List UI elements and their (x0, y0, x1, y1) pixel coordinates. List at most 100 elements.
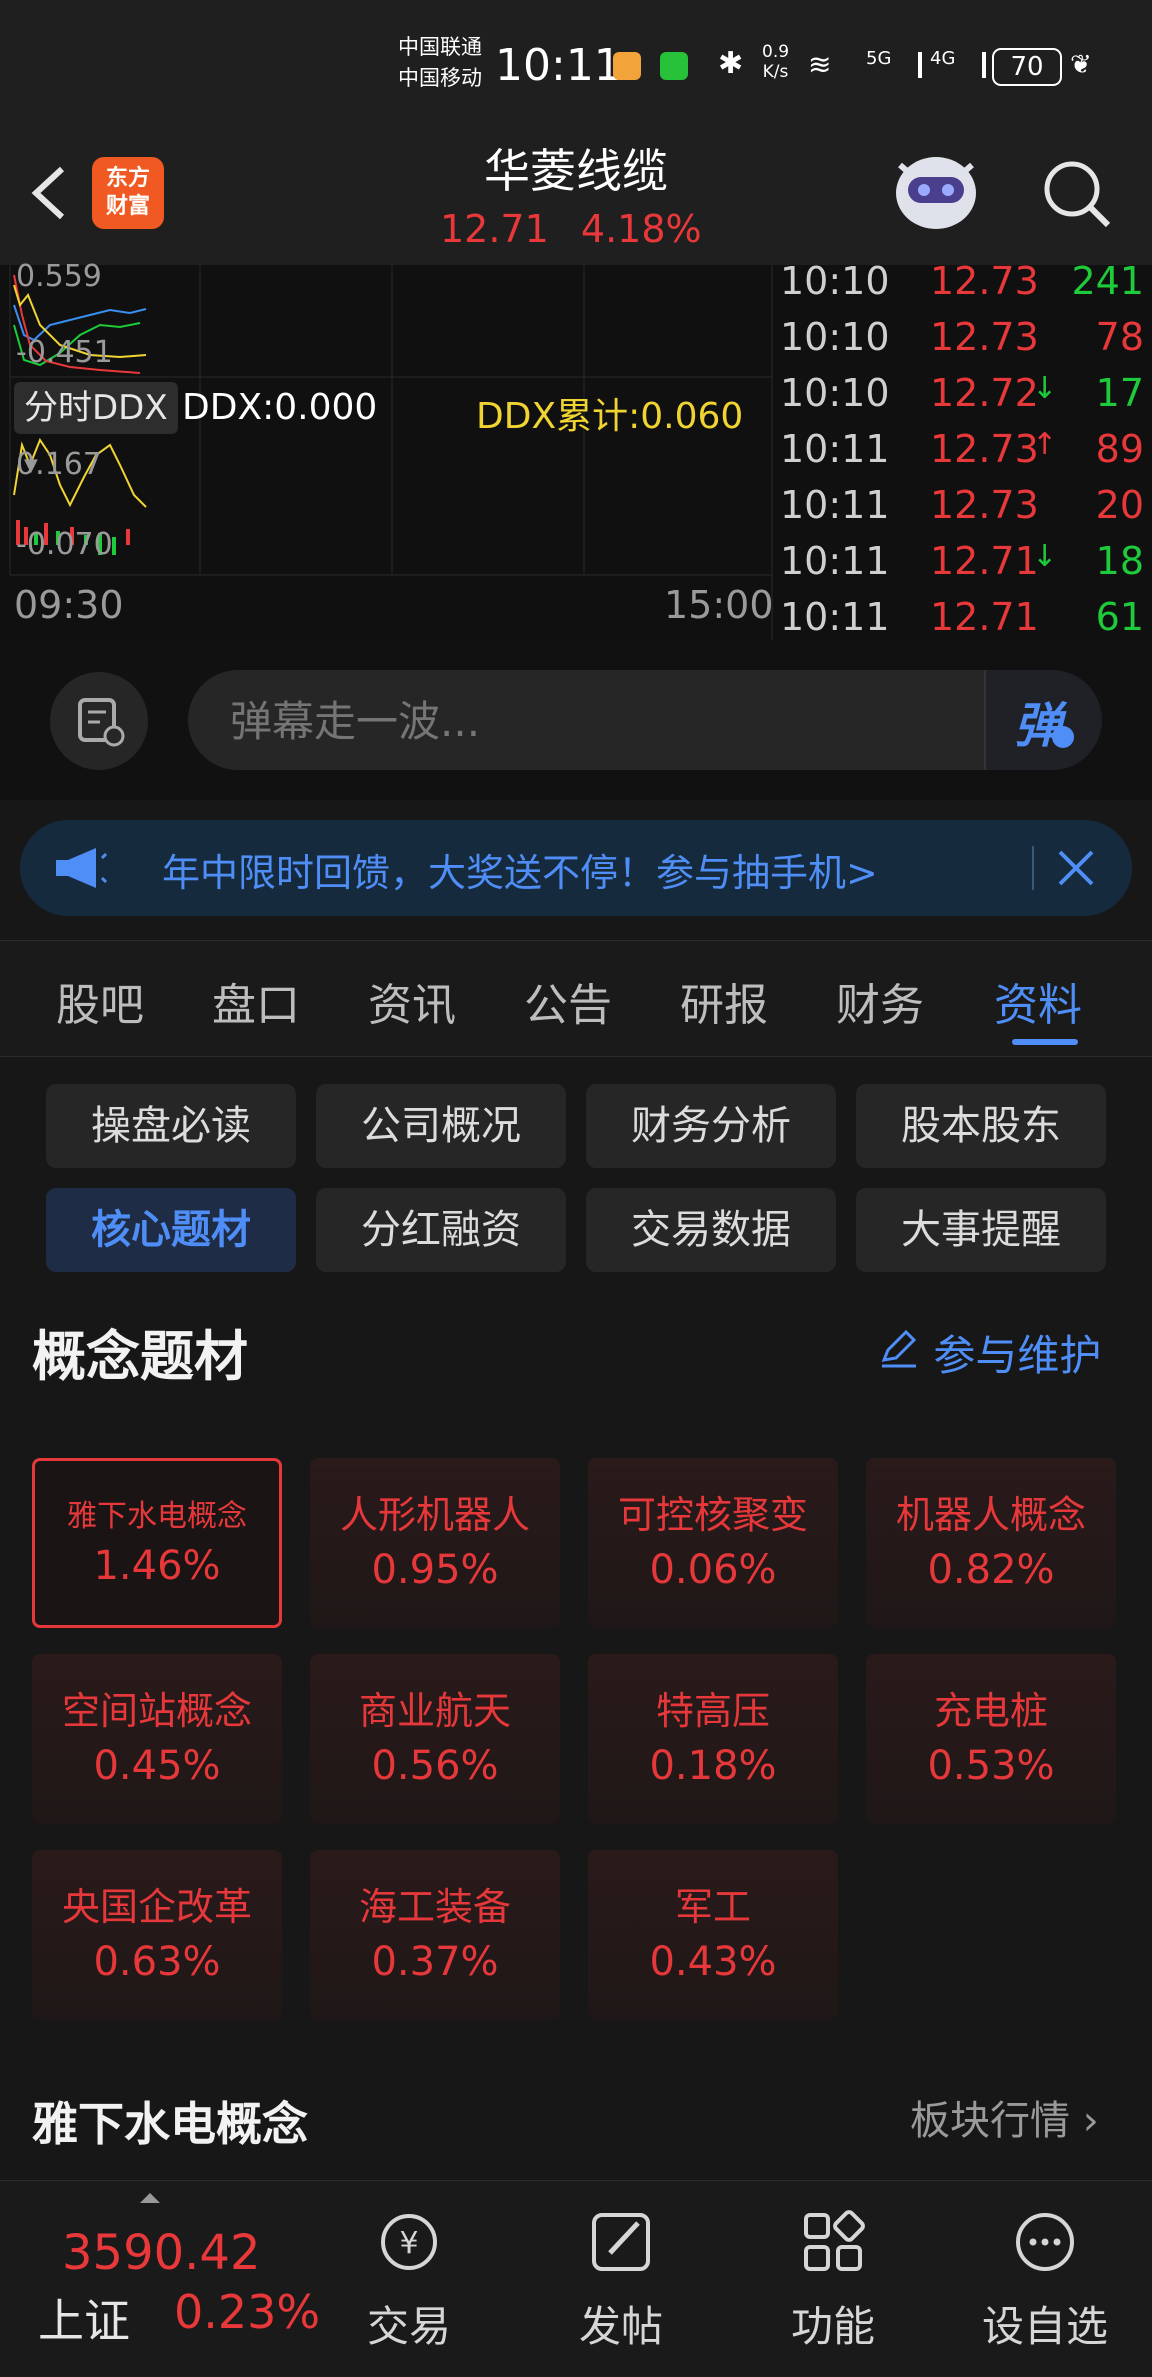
tick-volume: 78 (1095, 315, 1144, 359)
sector-quote-link[interactable]: 板块行情 › (910, 2088, 1099, 2146)
tick-volume: 89 (1095, 427, 1144, 471)
concept-change: 0.45% (93, 1743, 221, 1789)
concept-card[interactable]: 商业航天 0.56% (310, 1654, 560, 1824)
nav-functions[interactable]: 功能 (758, 2207, 908, 2354)
leaf-icon: ❦ (1070, 50, 1092, 80)
main-tabs: 股吧 盘口 资讯 公告 研报 财务 资料 (0, 940, 1152, 1057)
barrage-settings-button[interactable] (50, 672, 148, 770)
search-button[interactable] (1040, 157, 1114, 231)
signal-icon-2 (952, 52, 986, 78)
tick-volume: 20 (1095, 483, 1144, 527)
tab-profile[interactable]: 资料 (994, 969, 1082, 1033)
concept-card[interactable]: 雅下水电概念 1.46% (32, 1458, 282, 1628)
concept-change: 0.95% (371, 1547, 499, 1593)
nav-trade[interactable]: ¥ 交易 (334, 2207, 484, 2354)
tick-time: 10:11 (780, 595, 890, 639)
app-notification-icon (613, 52, 641, 80)
robot-avatar-icon (896, 157, 976, 229)
concept-change: 0.37% (371, 1939, 499, 1985)
tick-list[interactable]: 10:10 12.73 241 10:10 12.73 78 10:10 12.72 ↓ 17 10… (780, 253, 1152, 645)
subtab-events[interactable]: 大事提醒 (856, 1188, 1106, 1272)
subtab-dividends[interactable]: 分红融资 (316, 1188, 566, 1272)
subtab-trading-data[interactable]: 交易数据 (586, 1188, 836, 1272)
net-speed-value: 0.9 (762, 42, 790, 62)
concept-name: 充电桩 (933, 1689, 1048, 1733)
bluetooth-icon: ✱ (718, 46, 744, 81)
concept-card[interactable]: 机器人概念 0.82% (866, 1458, 1116, 1628)
nav-trade-label: 交易 (366, 2302, 451, 2351)
check-badge-icon (1052, 726, 1074, 748)
active-tab-indicator (1012, 1039, 1078, 1045)
concept-card[interactable]: 特高压 0.18% (588, 1654, 838, 1824)
subtab-financial-analysis[interactable]: 财务分析 (586, 1084, 836, 1168)
robot-assistant-button[interactable] (888, 145, 984, 241)
sector-quote-label: 板块行情 (910, 2098, 1070, 2144)
wechat-icon (660, 52, 688, 80)
promo-banner[interactable]: 年中限时回馈，大奖送不停！参与抽手机> (20, 820, 1132, 916)
tick-volume: 18 (1095, 539, 1144, 583)
tick-time: 10:11 (780, 539, 890, 583)
concepts-title: 概念题材 (32, 1325, 248, 1388)
banner-text: 年中限时回馈，大奖送不停！参与抽手机> (162, 851, 878, 895)
tick-time: 10:11 (780, 427, 890, 471)
tick-row: 10:10 12.72 ↓ 17 (780, 365, 1152, 421)
concept-card[interactable]: 人形机器人 0.95% (310, 1458, 560, 1628)
svg-text:¥: ¥ (399, 2226, 418, 2261)
tab-news[interactable]: 资讯 (368, 969, 456, 1033)
nav-watchlist[interactable]: 设自选 (970, 2207, 1120, 2354)
concept-change: 0.82% (927, 1547, 1055, 1593)
tick-row: 10:10 12.73 241 (780, 253, 1152, 309)
barrage-send-button[interactable]: 弹 (984, 670, 1102, 770)
nav-post[interactable]: 发帖 (546, 2207, 696, 2354)
battery-indicator: 70 (992, 48, 1062, 86)
concept-card[interactable]: 充电桩 0.53% (866, 1654, 1116, 1824)
tab-announcements[interactable]: 公告 (524, 969, 612, 1033)
ddx-selector[interactable]: 分时DDX ▼ (14, 382, 178, 476)
subtab-shareholders[interactable]: 股本股东 (856, 1084, 1106, 1168)
tab-research[interactable]: 研报 (680, 969, 768, 1033)
search-icon (1044, 161, 1111, 228)
nav-watchlist-label: 设自选 (981, 2302, 1108, 2351)
concept-card[interactable]: 海工装备 0.37% (310, 1850, 560, 2020)
tick-row: 10:11 12.73 ↑ 89 (780, 421, 1152, 477)
concept-card[interactable]: 可控核聚变 0.06% (588, 1458, 838, 1628)
index-ticker[interactable]: 3590.42 上证 0.23% (20, 2201, 320, 2361)
subtab-company-overview[interactable]: 公司概况 (316, 1084, 566, 1168)
subtab-core-themes[interactable]: 核心题材 (46, 1188, 296, 1272)
chevron-right-icon: › (1082, 2098, 1099, 2144)
concept-card[interactable]: 央国企改革 0.63% (32, 1850, 282, 2020)
back-button[interactable] (22, 157, 82, 227)
index-name: 上证 (38, 2294, 130, 2348)
barrage-bar: 弹 (0, 640, 1152, 800)
megaphone-icon (56, 848, 108, 888)
tick-price: 12.71 (930, 595, 1039, 639)
barrage-input[interactable] (228, 688, 752, 754)
tick-time: 10:10 (780, 259, 890, 303)
tick-price: 12.73 (930, 315, 1039, 359)
maintain-link[interactable]: 参与维护 (876, 1322, 1101, 1383)
subtab-trading-must-read[interactable]: 操盘必读 (46, 1084, 296, 1168)
tick-price: 12.73 (930, 483, 1039, 527)
barrage-send-label: 弹 (1014, 698, 1063, 754)
concept-name: 央国企改革 (61, 1885, 252, 1929)
tick-row: 10:11 12.71 ↓ 18 (780, 533, 1152, 589)
arrow-down-icon: ↓ (1032, 539, 1058, 574)
concept-name: 空间站概念 (61, 1689, 252, 1733)
tab-finance[interactable]: 财务 (836, 969, 924, 1033)
maintain-label: 参与维护 (933, 1331, 1102, 1380)
concept-card[interactable]: 军工 0.43% (588, 1850, 838, 2020)
tab-pankou[interactable]: 盘口 (212, 969, 300, 1033)
tick-row: 10:10 12.73 78 (780, 309, 1152, 365)
nav-functions-label: 功能 (790, 2302, 875, 2351)
concept-name: 机器人概念 (895, 1493, 1086, 1537)
banner-close-button[interactable] (1050, 842, 1102, 894)
tick-time: 10:10 (780, 371, 890, 415)
app-logo[interactable]: 东方 财富 (92, 157, 164, 229)
concept-card[interactable]: 空间站概念 0.45% (32, 1654, 282, 1824)
grid-icon (804, 2210, 865, 2271)
tab-guba[interactable]: 股吧 (56, 969, 144, 1033)
tick-price: 12.73 (930, 427, 1039, 471)
tick-time: 10:11 (780, 483, 890, 527)
barrage-settings-icon (78, 698, 125, 747)
back-arrow-icon (31, 166, 65, 220)
